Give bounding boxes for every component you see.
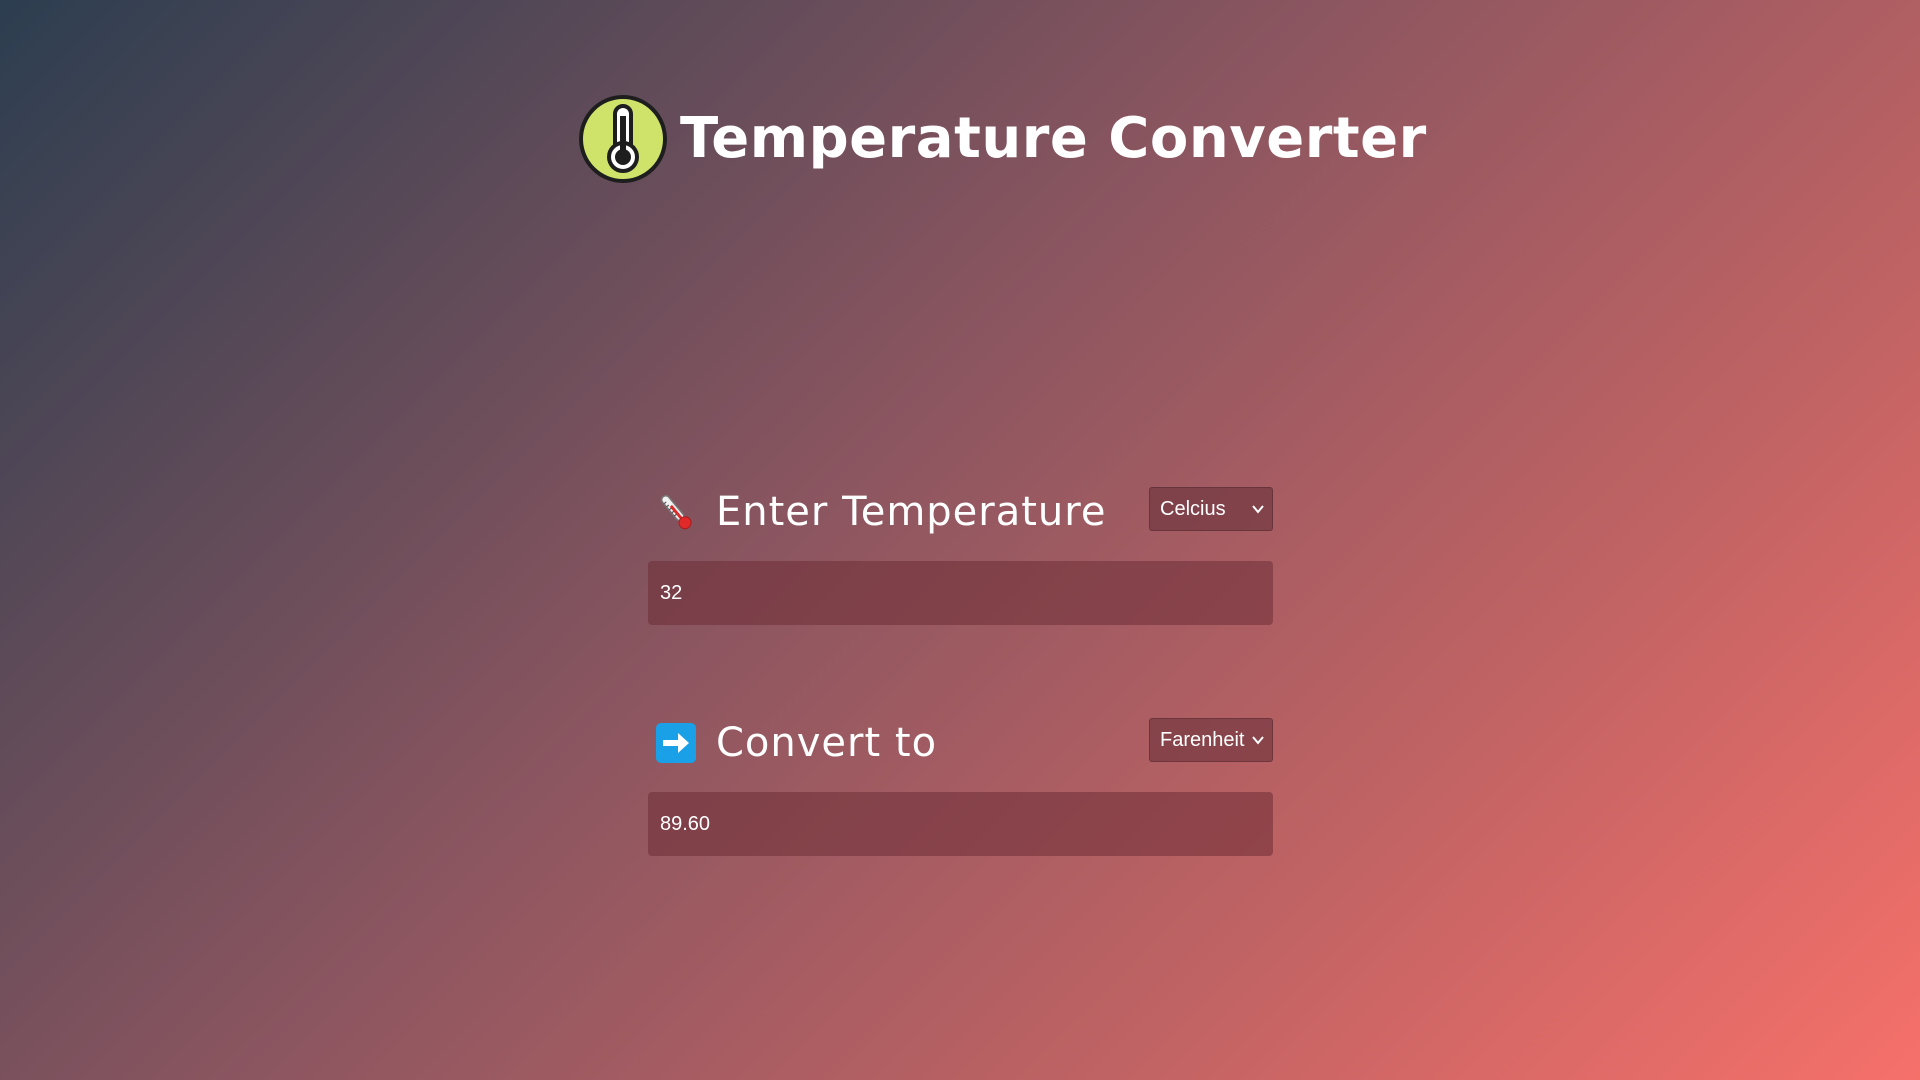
temperature-input[interactable]: 32 bbox=[648, 561, 1273, 625]
chevron-down-icon bbox=[1252, 736, 1264, 745]
input-unit-selected: Celcius bbox=[1160, 497, 1226, 520]
input-section-header: Enter Temperature Celcius bbox=[648, 480, 1273, 542]
app-header: Temperature Converter bbox=[578, 94, 1427, 184]
thermometer-emoji-icon bbox=[660, 494, 692, 530]
output-unit-select[interactable]: Farenheit bbox=[1149, 718, 1273, 762]
app-title: Temperature Converter bbox=[680, 106, 1427, 171]
output-section-label: Convert to bbox=[716, 720, 938, 766]
output-section-header: Convert to Farenheit bbox=[648, 711, 1273, 773]
thermometer-logo-icon bbox=[579, 95, 667, 183]
right-arrow-emoji-icon bbox=[656, 723, 696, 763]
input-unit-select[interactable]: Celcius bbox=[1149, 487, 1273, 531]
chevron-down-icon bbox=[1252, 505, 1264, 514]
output-unit-selected: Farenheit bbox=[1160, 728, 1245, 751]
converted-output-field[interactable]: 89.60 bbox=[648, 792, 1273, 856]
output-section: Convert to Farenheit 89.60 bbox=[648, 711, 1273, 856]
input-section: Enter Temperature Celcius 32 bbox=[648, 480, 1273, 625]
input-section-label: Enter Temperature bbox=[716, 489, 1107, 535]
